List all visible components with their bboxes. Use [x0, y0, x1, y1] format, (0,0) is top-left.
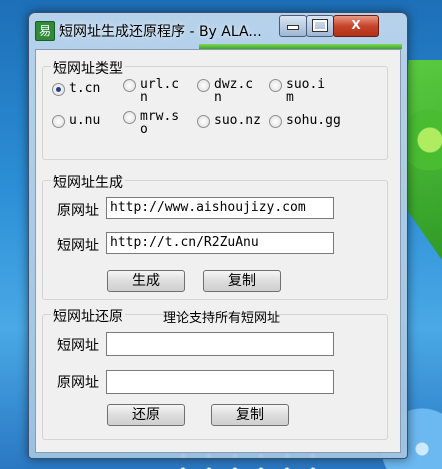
radio-mrwso-indicator — [123, 111, 136, 124]
restore-group: 短网址还原 理论支持所有短网址 短网址 原网址 还原 复制 — [42, 306, 388, 440]
generate-group-title: 短网址生成 — [51, 172, 125, 192]
radio-unu[interactable]: u.nu — [52, 114, 100, 128]
radio-tcn[interactable]: t.cn — [52, 82, 100, 96]
restore-short-label: 短网址 — [57, 338, 99, 354]
radio-sohugg[interactable]: sohu.gg — [269, 114, 341, 128]
app-window: 易 短网址生成还原程序 - By ALA... X 短网址类型 t.cn url… — [28, 12, 408, 459]
radio-urlcn-indicator — [123, 79, 136, 92]
restore-support-note: 理论支持所有短网址 — [163, 311, 281, 326]
restore-group-title: 短网址还原 — [51, 306, 125, 326]
generate-original-label: 原网址 — [57, 203, 99, 219]
close-icon: X — [351, 18, 361, 32]
radio-suoim-label: suo.im — [286, 77, 326, 105]
radio-urlcn-label: url.cn — [140, 77, 180, 105]
radio-unu-indicator — [52, 115, 65, 128]
restore-original-output[interactable] — [106, 370, 334, 394]
minimize-icon — [287, 25, 299, 30]
radio-tcn-label: t.cn — [69, 81, 101, 96]
radio-sohugg-label: sohu.gg — [286, 113, 341, 128]
restore-short-input[interactable] — [106, 332, 334, 356]
generate-copy-button[interactable]: 复制 — [203, 270, 281, 292]
radio-sohugg-indicator — [269, 115, 282, 128]
radio-unu-label: u.nu — [69, 113, 101, 128]
radio-urlcn[interactable]: url.cn — [123, 78, 184, 104]
radio-suoim-indicator — [269, 79, 282, 92]
generate-button[interactable]: 生成 — [107, 270, 185, 292]
maximize-icon — [312, 19, 328, 32]
restore-copy-button[interactable]: 复制 — [211, 404, 289, 426]
window-title: 短网址生成还原程序 - By ALA... — [59, 24, 262, 40]
app-icon: 易 — [35, 21, 55, 41]
generate-short-output[interactable]: http://t.cn/R2ZuAnu — [106, 232, 334, 254]
generate-group: 短网址生成 原网址 http://www.aishoujizy.com 短网址 … — [42, 172, 388, 300]
radio-dwzcn-label: dwz.cn — [214, 77, 254, 105]
restore-button[interactable]: 还原 — [107, 404, 185, 426]
minimize-button[interactable] — [279, 15, 307, 37]
type-group: 短网址类型 t.cn url.cn dwz.cn suo.im u.nu mrw… — [42, 58, 388, 160]
radio-suonz-indicator — [197, 115, 210, 128]
radio-mrwso-label: mrw.so — [140, 109, 180, 137]
title-bar[interactable]: 易 短网址生成还原程序 - By ALA... X — [29, 13, 407, 43]
maximize-button[interactable] — [306, 15, 334, 37]
type-group-title: 短网址类型 — [51, 58, 125, 78]
radio-suonz-label: suo.nz — [214, 113, 261, 128]
radio-mrwso[interactable]: mrw.so — [123, 110, 184, 136]
radio-suonz[interactable]: suo.nz — [197, 114, 261, 128]
radio-suoim[interactable]: suo.im — [269, 78, 330, 104]
generate-original-input[interactable]: http://www.aishoujizy.com — [106, 197, 334, 219]
close-button[interactable]: X — [333, 15, 379, 37]
client-area: 短网址类型 t.cn url.cn dwz.cn suo.im u.nu mrw… — [35, 49, 401, 453]
radio-dwzcn[interactable]: dwz.cn — [197, 78, 258, 104]
restore-original-label: 原网址 — [57, 375, 99, 391]
generate-short-label: 短网址 — [57, 238, 99, 254]
radio-tcn-indicator — [52, 83, 65, 96]
radio-dwzcn-indicator — [197, 79, 210, 92]
